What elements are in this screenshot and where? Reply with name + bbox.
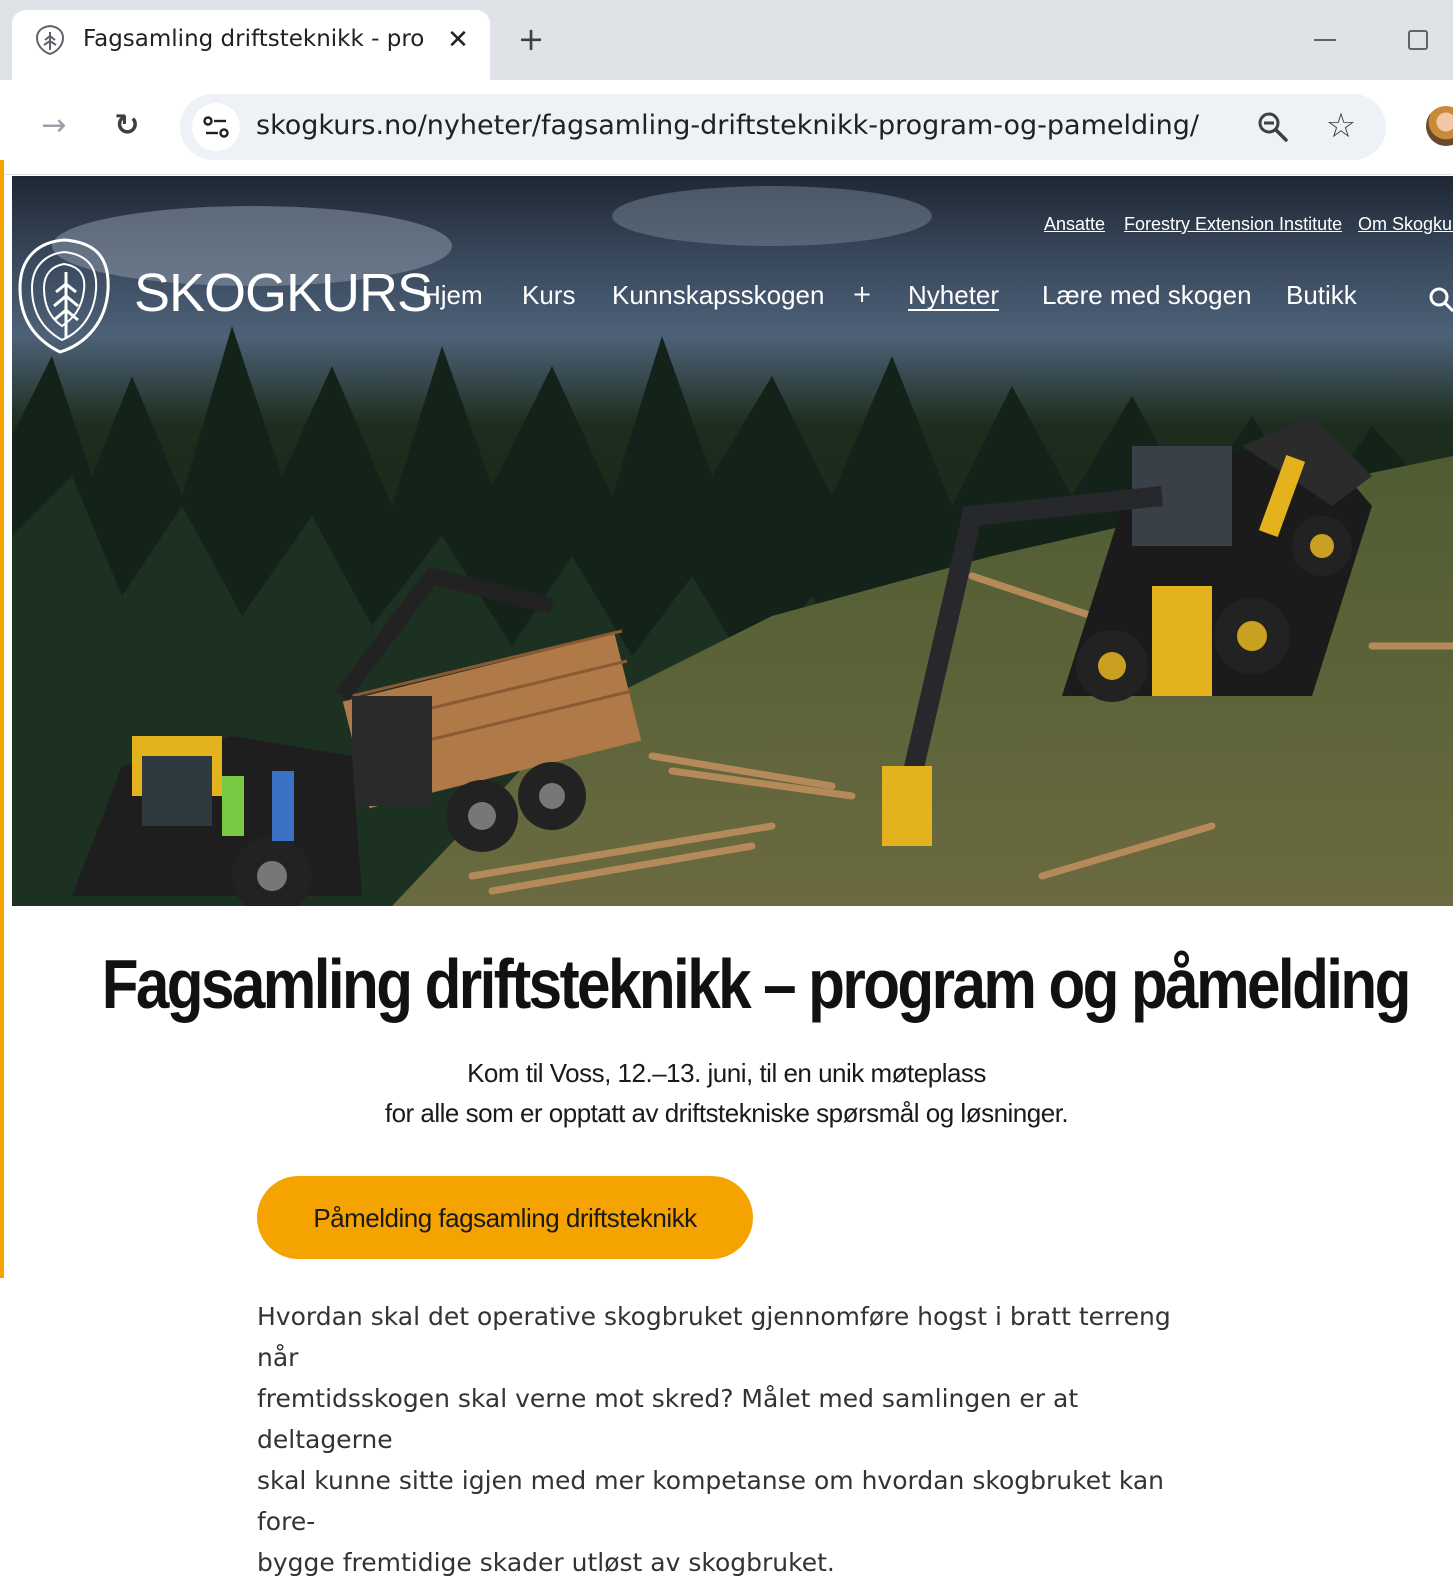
- body-line: skal kunne sitte igjen med mer kompetans…: [257, 1466, 1165, 1536]
- brand-wordmark[interactable]: SKOGKURS: [134, 262, 433, 324]
- nav-item-butikk[interactable]: Butikk: [1286, 280, 1357, 311]
- skogkurs-logo-icon[interactable]: [16, 236, 112, 356]
- body-line: bygge fremtidige skader utløst av skogbr…: [257, 1548, 835, 1577]
- reload-icon[interactable]: ↻: [108, 107, 146, 145]
- tune-icon: [203, 116, 229, 138]
- nav-item-laere-med-skogen[interactable]: Lære med skogen: [1042, 280, 1252, 311]
- nav-item-kunnskapsskogen[interactable]: Kunnskapsskogen: [612, 280, 824, 311]
- profile-avatar[interactable]: [1426, 106, 1453, 146]
- browser-tab-strip: Fagsamling driftsteknikk - program og på…: [0, 0, 1453, 82]
- nav-item-hjem[interactable]: Hjem: [422, 280, 483, 311]
- page-title: Fagsamling driftsteknikk – program og på…: [101, 945, 1412, 1023]
- tab-title: Fagsamling driftsteknikk - program og på…: [83, 26, 425, 52]
- body-line: fremtidsskogen skal verne mot skred? Mål…: [257, 1384, 1079, 1454]
- lead-line-1: Kom til Voss, 12.–13. juni, til en unik …: [467, 1058, 986, 1088]
- browser-tab[interactable]: Fagsamling driftsteknikk - program og på…: [12, 10, 490, 82]
- window-minimize-icon[interactable]: [1312, 28, 1340, 52]
- address-bar[interactable]: skogkurs.no/nyheter/fagsamling-driftstek…: [180, 94, 1386, 160]
- search-icon[interactable]: [1428, 286, 1453, 312]
- utility-link-ansatte[interactable]: Ansatte: [1044, 214, 1105, 235]
- zoom-out-icon[interactable]: [1256, 110, 1290, 144]
- hero-banner: SKOGKURS Ansatte Forestry Extension Inst…: [12, 176, 1453, 906]
- utility-link-forestry-extension[interactable]: Forestry Extension Institute: [1124, 214, 1342, 235]
- site-info-button[interactable]: [192, 103, 240, 151]
- window-maximize-icon[interactable]: [1408, 30, 1428, 50]
- site-favicon-icon: [35, 24, 65, 56]
- tab-close-icon[interactable]: ✕: [442, 24, 474, 56]
- nav-item-kurs[interactable]: Kurs: [522, 280, 575, 311]
- bookmark-star-icon[interactable]: ☆: [1322, 107, 1360, 145]
- browser-toolbar: → ↻ skogkurs.no/nyheter/fagsamling-drift…: [0, 80, 1453, 175]
- new-tab-icon[interactable]: +: [514, 22, 548, 56]
- url-text[interactable]: skogkurs.no/nyheter/fagsamling-driftstek…: [256, 110, 1199, 141]
- nav-item-nyheter[interactable]: Nyheter: [908, 280, 999, 311]
- utility-link-om-skogkurs[interactable]: Om Skogkurs: [1358, 214, 1453, 235]
- forward-arrow-icon[interactable]: →: [36, 108, 72, 144]
- lead-line-2: for alle som er opptatt av driftsteknisk…: [384, 1098, 1069, 1128]
- body-line: Hvordan skal det operative skogbruket gj…: [257, 1302, 1171, 1372]
- registration-button[interactable]: Påmelding fagsamling driftsteknikk: [257, 1176, 753, 1259]
- nav-expand-plus-icon[interactable]: +: [852, 280, 872, 308]
